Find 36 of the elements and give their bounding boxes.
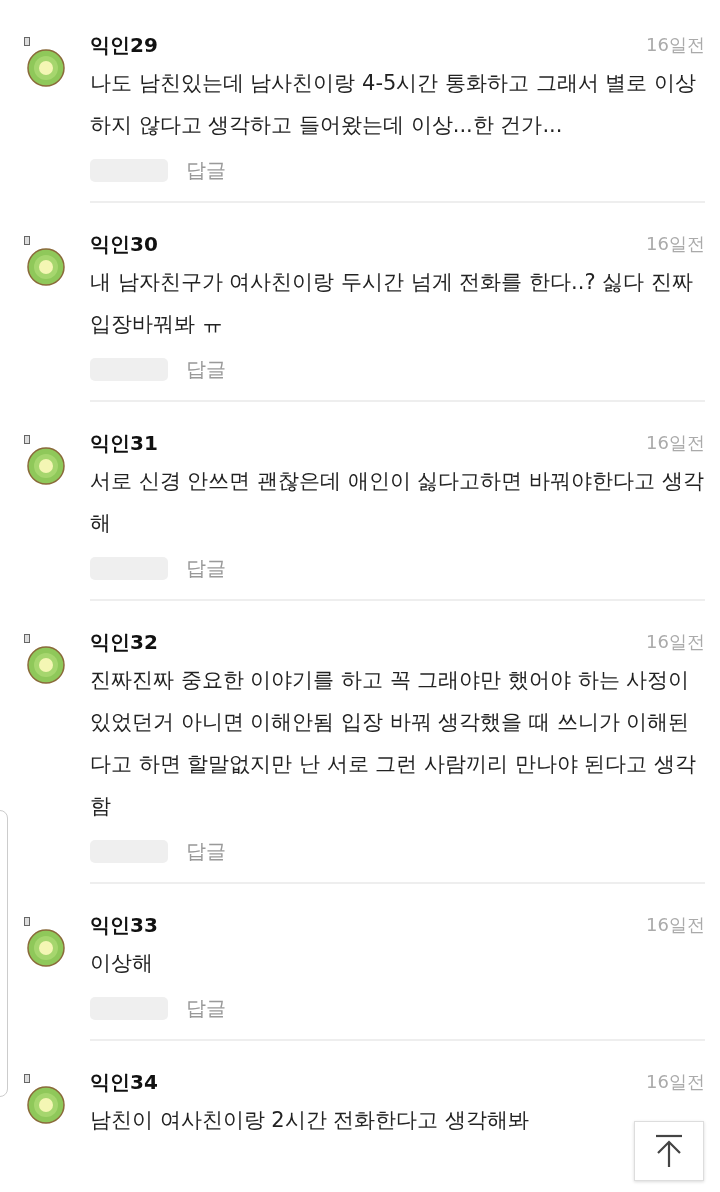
kiwi-avatar-icon bbox=[27, 248, 65, 286]
comment-text: 이상해 bbox=[90, 950, 154, 977]
marker-icon bbox=[24, 917, 30, 926]
timestamp: 16일전 bbox=[646, 1070, 705, 1094]
reply-button[interactable]: 답글 bbox=[186, 156, 226, 184]
kiwi-avatar-icon bbox=[27, 49, 65, 87]
timestamp: 16일전 bbox=[646, 913, 705, 937]
marker-icon bbox=[24, 1074, 30, 1083]
kiwi-avatar-icon bbox=[27, 929, 65, 967]
comment-text: 내 남자친구가 여사친이랑 두시간 넘게 전화를 한다..? 싫다 진짜 입장바꿔봐 ㅠ bbox=[90, 269, 694, 338]
kiwi-avatar-icon bbox=[27, 447, 65, 485]
author-name: 익인32 bbox=[90, 628, 158, 656]
scroll-top-button[interactable] bbox=[634, 1121, 704, 1181]
author-name: 익인31 bbox=[90, 429, 158, 457]
reply-button[interactable]: 답글 bbox=[186, 837, 226, 865]
timestamp: 16일전 bbox=[646, 431, 705, 455]
author-name: 익인30 bbox=[90, 230, 158, 258]
timestamp: 16일전 bbox=[646, 630, 705, 654]
author-name: 익인34 bbox=[90, 1068, 158, 1096]
reply-button[interactable]: 답글 bbox=[186, 554, 226, 582]
marker-icon bbox=[24, 236, 30, 245]
author-name: 익인33 bbox=[90, 911, 158, 939]
marker-icon bbox=[24, 634, 30, 643]
comment-text: 나도 남친있는데 남사친이랑 4-5시간 통화하고 그래서 별로 이상하지 않다고 생각하고 들어왔는데 이상...한 건가... bbox=[90, 70, 698, 139]
comment-text: 서로 신경 안쓰면 괜찮은데 애인이 싫다고하면 바꿔야한다고 생각해 bbox=[90, 468, 705, 537]
reply-button[interactable]: 답글 bbox=[186, 994, 226, 1022]
kiwi-avatar-icon bbox=[27, 646, 65, 684]
comment-text: 진짜진짜 중요한 이야기를 하고 꼭 그래야만 했어야 하는 사정이 있었던거 아니면 이해안됨 입장 바꿔 생각했을 때 쓰니가 이해된다고 하면 할말없지만 난 서로 그런 사람끼리 만나야 된다고 생각함 bbox=[90, 667, 698, 820]
marker-icon bbox=[24, 37, 30, 46]
marker-icon bbox=[24, 435, 30, 444]
reply-button[interactable]: 답글 bbox=[186, 355, 226, 383]
author-name: 익인29 bbox=[90, 31, 158, 59]
timestamp: 16일전 bbox=[646, 232, 705, 256]
kiwi-avatar-icon bbox=[27, 1086, 65, 1124]
timestamp: 16일전 bbox=[646, 33, 705, 57]
comment-text: 남친이 여사친이랑 2시간 전화한다고 생각해봐 bbox=[90, 1107, 531, 1134]
